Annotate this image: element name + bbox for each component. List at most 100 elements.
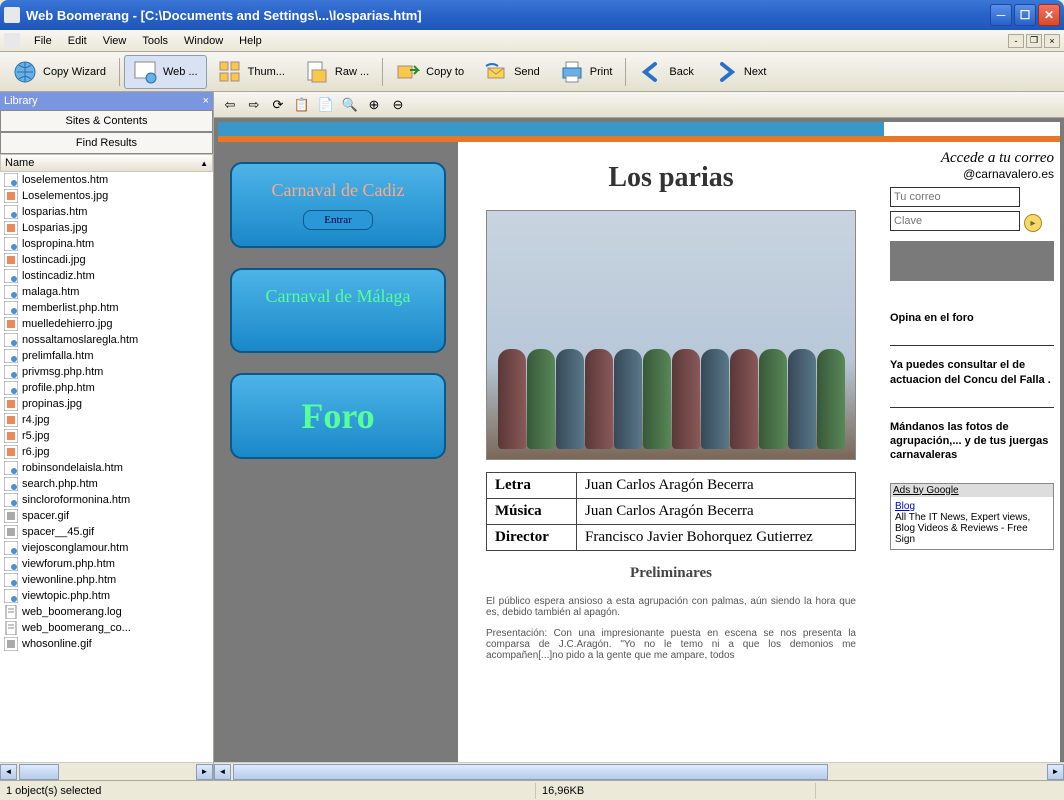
file-item[interactable]: prelimfalla.htm (0, 348, 213, 364)
file-item[interactable]: lostincadiz.htm (0, 268, 213, 284)
menu-help[interactable]: Help (231, 33, 270, 49)
copy-icon[interactable]: 📋 (292, 95, 312, 115)
email-title: Accede a tu correo (890, 150, 1054, 167)
file-item[interactable]: viewonline.php.htm (0, 572, 213, 588)
file-name: viewforum.php.htm (22, 558, 115, 570)
file-item[interactable]: r4.jpg (0, 412, 213, 428)
file-name: malaga.htm (22, 286, 79, 298)
sidebar-hscroll[interactable]: ◄ ► (0, 762, 213, 780)
file-item[interactable]: propinas.jpg (0, 396, 213, 412)
nav-malaga[interactable]: Carnaval de Málaga . (230, 268, 446, 354)
file-name: web_boomerang.log (22, 606, 122, 618)
file-item[interactable]: spacer__45.gif (0, 524, 213, 540)
file-item[interactable]: Losparias.jpg (0, 220, 213, 236)
file-item[interactable]: memberlist.php.htm (0, 300, 213, 316)
file-item[interactable]: lospropina.htm (0, 236, 213, 252)
menu-window[interactable]: Window (176, 33, 231, 49)
tool-raw[interactable]: Raw ... (296, 55, 378, 89)
tool-copy-to[interactable]: Copy to (387, 55, 473, 89)
file-item[interactable]: viewforum.php.htm (0, 556, 213, 572)
file-item[interactable]: privmsg.php.htm (0, 364, 213, 380)
scroll-right-icon[interactable]: ► (1047, 764, 1064, 780)
scroll-thumb[interactable] (19, 764, 59, 780)
scroll-thumb[interactable] (233, 764, 828, 780)
refresh-icon[interactable]: ⟳ (268, 95, 288, 115)
file-item[interactable]: viejosconglamour.htm (0, 540, 213, 556)
file-item[interactable]: muelledehierro.jpg (0, 316, 213, 332)
file-item[interactable]: web_boomerang.log (0, 604, 213, 620)
nav-cadiz[interactable]: Carnaval de Cadiz Entrar (230, 162, 446, 248)
paste-icon[interactable]: 📄 (316, 95, 336, 115)
file-icon (4, 365, 18, 379)
separator (625, 58, 626, 86)
nav-back-icon[interactable]: ⇦ (220, 95, 240, 115)
file-item[interactable]: whosonline.gif (0, 636, 213, 652)
zoom-fit-icon[interactable]: 🔍 (340, 95, 360, 115)
tool-back[interactable]: Back (630, 55, 702, 89)
file-item[interactable]: Loselementos.jpg (0, 188, 213, 204)
viewer[interactable]: Carnaval de Cadiz Entrar Carnaval de Mál… (214, 118, 1064, 762)
email-input[interactable] (890, 187, 1020, 207)
sidebar-tab-find[interactable]: Find Results (0, 132, 213, 154)
mdi-restore[interactable]: ❐ (1026, 34, 1042, 48)
file-name: viejosconglamour.htm (22, 542, 128, 554)
menu-edit[interactable]: Edit (60, 33, 95, 49)
separator (119, 58, 120, 86)
login-button[interactable]: ▸ (1024, 214, 1042, 232)
menu-app-icon (4, 33, 20, 49)
menu-file[interactable]: File (26, 33, 60, 49)
tool-thumb[interactable]: Thum... (209, 55, 294, 89)
minimize-button[interactable]: ─ (990, 4, 1012, 26)
menu-view[interactable]: View (95, 33, 135, 49)
mdi-close[interactable]: × (1044, 34, 1060, 48)
tool-label: Print (590, 66, 613, 78)
sidebar-close-icon[interactable]: × (203, 95, 209, 107)
file-item[interactable]: sincloroformonina.htm (0, 492, 213, 508)
file-item[interactable]: robinsondelaisla.htm (0, 460, 213, 476)
maximize-button[interactable]: ☐ (1014, 4, 1036, 26)
file-item[interactable]: profile.php.htm (0, 380, 213, 396)
tool-send[interactable]: Send (475, 55, 549, 89)
nav-foro[interactable]: Foro (230, 373, 446, 459)
file-item[interactable]: web_boomerang_co... (0, 620, 213, 636)
close-button[interactable]: ✕ (1038, 4, 1060, 26)
mdi-minimize[interactable]: - (1008, 34, 1024, 48)
tool-print[interactable]: Print (551, 55, 622, 89)
file-item[interactable]: search.php.htm (0, 476, 213, 492)
menubar: File Edit View Tools Window Help - ❐ × (0, 30, 1064, 52)
nav-forward-icon[interactable]: ⇨ (244, 95, 264, 115)
file-item[interactable]: spacer.gif (0, 508, 213, 524)
scroll-left-icon[interactable]: ◄ (214, 764, 231, 780)
file-list[interactable]: loselementos.htm Loselementos.jpg losparia… (0, 172, 213, 762)
globe-icon (13, 60, 37, 84)
file-icon (4, 429, 18, 443)
sidebar-tab-sites[interactable]: Sites & Contents (0, 110, 213, 132)
zoom-out-icon[interactable]: ⊖ (388, 95, 408, 115)
file-item[interactable]: losparias.htm (0, 204, 213, 220)
file-item[interactable]: malaga.htm (0, 284, 213, 300)
column-header-name[interactable]: Name ▲ (0, 154, 213, 172)
file-item[interactable]: r6.jpg (0, 444, 213, 460)
file-name: viewonline.php.htm (22, 574, 116, 586)
menu-tools[interactable]: Tools (134, 33, 176, 49)
scroll-left-icon[interactable]: ◄ (0, 764, 17, 780)
file-item[interactable]: loselementos.htm (0, 172, 213, 188)
ads-link[interactable]: Blog (895, 501, 915, 512)
zoom-in-icon[interactable]: ⊕ (364, 95, 384, 115)
file-name: Loselementos.jpg (22, 190, 108, 202)
tool-next[interactable]: Next (705, 55, 776, 89)
tool-web[interactable]: Web ... (124, 55, 207, 89)
password-input[interactable] (890, 211, 1020, 231)
viewer-hscroll[interactable]: ◄ ► (214, 762, 1064, 780)
entrar-button[interactable]: Entrar (303, 210, 372, 230)
webpage: Carnaval de Cadiz Entrar Carnaval de Mál… (218, 142, 1060, 762)
file-item[interactable]: r5.jpg (0, 428, 213, 444)
file-item[interactable]: lostincadi.jpg (0, 252, 213, 268)
foro-link[interactable]: Opina en el foro (890, 311, 1054, 325)
toolbar: Copy Wizard Web ... Thum... Raw ... Copy… (0, 52, 1064, 92)
tool-label: Copy to (426, 66, 464, 78)
scroll-right-icon[interactable]: ► (196, 764, 213, 780)
file-item[interactable]: viewtopic.php.htm (0, 588, 213, 604)
file-item[interactable]: nossaltamoslaregla.htm (0, 332, 213, 348)
tool-copy-wizard[interactable]: Copy Wizard (4, 55, 115, 89)
